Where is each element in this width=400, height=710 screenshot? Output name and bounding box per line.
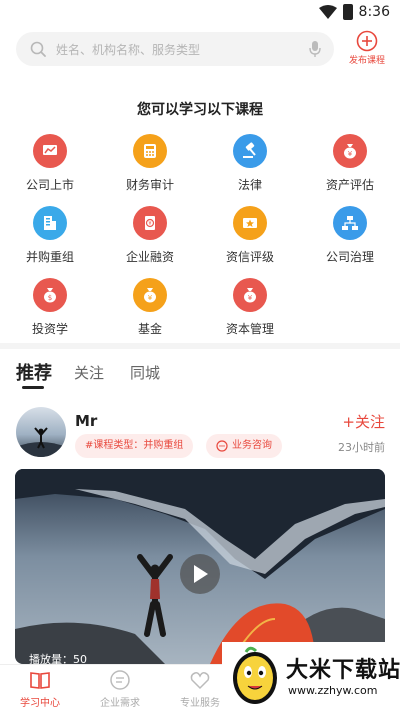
category-audit[interactable]: 财务审计 xyxy=(110,134,190,193)
money-bag-icon: ¥ xyxy=(333,134,367,168)
gavel-icon xyxy=(233,134,267,168)
post-video[interactable]: 播放量：50 xyxy=(15,469,385,664)
play-count: 播放量：50 xyxy=(29,653,87,664)
play-button[interactable] xyxy=(180,554,220,594)
svg-text:¥: ¥ xyxy=(148,221,151,227)
category-credit-rating[interactable]: 资信评级 xyxy=(210,206,290,265)
svg-text:¥: ¥ xyxy=(348,150,353,158)
nav-label: 企业需求 xyxy=(100,698,140,709)
calculator-icon xyxy=(133,134,167,168)
heart-icon xyxy=(190,672,210,690)
category-label: 投资学 xyxy=(31,322,68,336)
category-capital-management[interactable]: ¥ 资本管理 xyxy=(210,278,290,337)
post-card[interactable]: Mr +关注 #课程类型：并购重组 业务咨询 23小时前 播放量：50 xyxy=(0,404,400,664)
category-label: 基金 xyxy=(137,322,162,336)
business-consult-tag[interactable]: 业务咨询 xyxy=(206,434,282,458)
tab-recommended[interactable]: 推荐 xyxy=(16,359,52,385)
yen-document-icon: ¥ xyxy=(133,206,167,240)
category-label: 资信评级 xyxy=(225,250,274,264)
category-label: 财务审计 xyxy=(125,178,174,192)
play-icon xyxy=(194,565,208,583)
org-chart-icon xyxy=(333,206,367,240)
microphone-icon[interactable] xyxy=(308,40,322,58)
book-icon xyxy=(30,672,50,689)
nav-label: 学习中心 xyxy=(20,698,60,709)
avatar[interactable] xyxy=(16,407,66,457)
nav-learning-center[interactable]: 学习中心 xyxy=(5,669,75,709)
category-investment[interactable]: $ 投资学 xyxy=(10,278,90,337)
section-title: 您可以学习以下课程 xyxy=(137,102,263,118)
mascot-logo-icon xyxy=(233,646,277,704)
business-consult-label: 业务咨询 xyxy=(232,440,272,451)
feed-tabs: 推荐 关注 同城 xyxy=(0,356,400,396)
category-label: 企业融资 xyxy=(125,250,174,264)
wifi-icon xyxy=(318,5,337,19)
course-type-tag[interactable]: #课程类型：并购重组 xyxy=(75,434,194,458)
category-label: 法律 xyxy=(237,178,262,192)
watermark-url: www.zzhyw.com xyxy=(288,684,378,697)
category-fund[interactable]: ¥ 基金 xyxy=(110,278,190,337)
rating-card-icon xyxy=(233,206,267,240)
category-law[interactable]: 法律 xyxy=(210,134,290,193)
demand-icon xyxy=(110,670,130,690)
post-username[interactable]: Mr xyxy=(75,412,97,430)
watermark: 大米下载站 www.zzhyw.com xyxy=(222,642,400,710)
category-asset-valuation[interactable]: ¥ 资产评估 xyxy=(310,134,390,193)
coin-bag-icon: $ xyxy=(33,278,67,312)
battery-icon xyxy=(342,4,353,20)
category-label: 并购重组 xyxy=(25,250,74,264)
svg-text:$: $ xyxy=(48,294,52,302)
status-bar: 8:36 xyxy=(0,0,400,26)
search-icon xyxy=(30,41,46,57)
category-label: 资产评估 xyxy=(325,178,374,192)
search-placeholder: 姓名、机构名称、服务类型 xyxy=(56,43,201,57)
fund-bag-icon: ¥ xyxy=(133,278,167,312)
search-row: 姓名、机构名称、服务类型 发布课程 xyxy=(0,30,400,70)
building-icon xyxy=(33,206,67,240)
category-financing[interactable]: ¥ 企业融资 xyxy=(110,206,190,265)
watermark-title: 大米下载站 xyxy=(286,658,400,683)
tab-following[interactable]: 关注 xyxy=(74,362,104,383)
category-governance[interactable]: 公司治理 xyxy=(310,206,390,265)
search-input[interactable]: 姓名、机构名称、服务类型 xyxy=(16,32,334,66)
category-label: 公司治理 xyxy=(325,250,374,264)
nav-enterprise-demand[interactable]: 企业需求 xyxy=(85,669,155,709)
chart-icon xyxy=(33,134,67,168)
category-m-and-a[interactable]: 并购重组 xyxy=(10,206,90,265)
svg-text:¥: ¥ xyxy=(248,294,253,302)
capital-bag-icon: ¥ xyxy=(233,278,267,312)
category-label: 公司上市 xyxy=(25,178,74,192)
svg-text:¥: ¥ xyxy=(148,294,153,302)
post-time: 23小时前 xyxy=(338,441,385,454)
section-divider xyxy=(0,343,400,349)
publish-course-label: 发布课程 xyxy=(348,56,385,66)
status-time: 8:36 xyxy=(358,4,390,20)
follow-button[interactable]: +关注 xyxy=(342,411,385,432)
category-label: 资本管理 xyxy=(225,322,274,336)
active-tab-indicator xyxy=(22,386,44,389)
tab-local[interactable]: 同城 xyxy=(130,362,160,383)
add-circle-icon xyxy=(356,30,378,52)
publish-course-button[interactable]: 发布课程 xyxy=(346,30,388,70)
category-ipo[interactable]: 公司上市 xyxy=(10,134,90,193)
chat-icon xyxy=(216,440,228,452)
